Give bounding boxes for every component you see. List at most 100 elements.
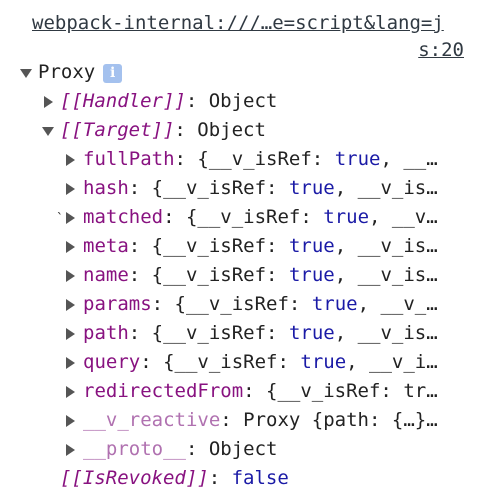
prop-label: params: {__v_isRef: true, __v_…: [83, 290, 438, 319]
revoked-value: false: [231, 467, 289, 489]
source-link[interactable]: webpack-internal:///…e=script&lang=j s:2…: [32, 10, 464, 64]
tree-row-reactive[interactable]: __v_reactive: Proxy {path: {…}…: [0, 406, 479, 435]
collapse-arrow-icon[interactable]: [44, 96, 53, 108]
handler-value: Object: [208, 90, 278, 112]
handler-key: [[Handler]]: [60, 90, 186, 112]
prop-label: name: {__v_isRef: true, __v_is…: [83, 261, 438, 290]
preview-part: true: [288, 235, 335, 257]
info-icon[interactable]: i: [103, 64, 123, 83]
prop-preview: {__v_isRef: true, __v_is…: [152, 235, 438, 257]
prop-label: meta: {__v_isRef: true, __v_is…: [83, 232, 438, 261]
tree-row-prop[interactable]: meta: {__v_isRef: true, __v_is…: [0, 232, 479, 261]
colon-separator: :: [243, 380, 267, 402]
colon-separator: :: [128, 235, 152, 257]
tree-row-prop[interactable]: path: {__v_isRef: true, __v_is…: [0, 319, 479, 348]
collapse-arrow-icon[interactable]: [66, 299, 75, 311]
collapse-arrow-icon[interactable]: [66, 154, 75, 166]
colon-separator: :: [128, 264, 152, 286]
prop-label: hash: {__v_isRef: true, __v_is…: [83, 174, 438, 203]
tree-row-prop[interactable]: hash: {__v_isRef: true, __v_is…: [0, 174, 479, 203]
collapse-arrow-icon[interactable]: [66, 183, 75, 195]
collapse-arrow-icon[interactable]: [66, 386, 75, 398]
colon-separator: :: [185, 90, 209, 112]
prop-preview: {__v_isRef: true, __v_is…: [152, 322, 438, 344]
tree-row-prop[interactable]: params: {__v_isRef: true, __v_…: [0, 290, 479, 319]
tree-row-prop[interactable]: ` matched: {__v_isRef: true, __v…: [0, 203, 479, 232]
collapse-arrow-icon[interactable]: [66, 415, 75, 427]
prop-key: query: [83, 351, 141, 373]
colon-separator: :: [128, 322, 152, 344]
preview-part: , __v_i…: [346, 351, 438, 373]
reactive-key: __v_reactive: [83, 409, 221, 431]
tree-row-revoked: [[IsRevoked]]: false: [0, 464, 479, 493]
tree-row-prop[interactable]: redirectedFrom: {__v_isRef: tr…: [0, 377, 479, 406]
preview-part: , __v_is…: [334, 264, 438, 286]
prop-key: meta: [83, 235, 129, 257]
prop-key: fullPath: [83, 148, 175, 170]
preview-part: true: [288, 322, 335, 344]
colon-separator: :: [151, 293, 175, 315]
preview-part: {__v_isRef:: [151, 322, 289, 344]
tree-row-handler[interactable]: [[Handler]]: Object: [0, 87, 479, 116]
prop-preview: {__v_isRef: true, __v_…: [175, 293, 438, 315]
target-key: [[Target]]: [60, 119, 175, 141]
tree-row-target[interactable]: [[Target]]: Object: [0, 116, 479, 145]
reactive-preview: Proxy {path: {…}…: [243, 409, 438, 431]
collapse-arrow-icon[interactable]: [66, 241, 75, 253]
collapse-arrow-icon[interactable]: [66, 328, 75, 340]
colon-separator: :: [220, 409, 244, 431]
proto-value: Object: [208, 438, 278, 460]
colon-separator: :: [208, 467, 232, 489]
preview-part: true: [300, 351, 347, 373]
revoked-key: [[IsRevoked]]: [60, 467, 209, 489]
tree-row-proto[interactable]: __proto__: Object: [0, 435, 479, 464]
preview-part: {__v_isRef:: [185, 206, 324, 228]
prop-key: name: [83, 264, 129, 286]
preview-part: , __v_is…: [334, 177, 438, 199]
prop-preview: {__v_isRef: true, __v_i…: [163, 351, 438, 373]
prop-label: query: {__v_isRef: true, __v_i…: [83, 348, 438, 377]
preview-part: {__v_isRef:: [197, 148, 335, 170]
colon-separator: :: [163, 206, 186, 228]
prop-label: path: {__v_isRef: true, __v_is…: [83, 319, 438, 348]
tree-row-root[interactable]: Proxy i: [0, 58, 479, 87]
colon-separator: :: [174, 148, 198, 170]
tree-row-prop[interactable]: name: {__v_isRef: true, __v_is…: [0, 261, 479, 290]
tree-row-prop[interactable]: fullPath: {__v_isRef: true, __…: [0, 145, 479, 174]
object-tree: Proxy i [[Handler]]: Object [[Target]]: O…: [0, 58, 479, 493]
prop-preview: {__v_isRef: tr…: [266, 380, 438, 402]
target-properties: fullPath: {__v_isRef: true, __… hash: {__…: [0, 145, 479, 406]
preview-part: , __…: [380, 148, 438, 170]
preview-part: {__v_isRef:: [151, 264, 289, 286]
tree-row-prop[interactable]: query: {__v_isRef: true, __v_i…: [0, 348, 479, 377]
preview-part: true: [288, 264, 335, 286]
preview-part: , __v_is…: [334, 235, 438, 257]
target-value: Object: [197, 119, 266, 141]
expand-arrow-icon[interactable]: [42, 127, 54, 136]
prop-key: hash: [83, 177, 129, 199]
collapse-arrow-icon[interactable]: [66, 270, 75, 282]
preview-part: , __v…: [369, 206, 438, 228]
prop-preview: {__v_isRef: true, __v…: [186, 206, 438, 228]
prop-label: matched: {__v_isRef: true, __v…: [83, 203, 438, 232]
prop-label: redirectedFrom: {__v_isRef: tr…: [83, 377, 438, 406]
preview-part: {__v_isRef:: [163, 351, 301, 373]
prop-key: matched: [83, 206, 164, 228]
preview-part: , __v_…: [357, 293, 438, 315]
proto-key: __proto__: [83, 438, 186, 460]
preview-part: true: [323, 206, 370, 228]
collapse-arrow-icon[interactable]: [66, 357, 75, 369]
preview-part: {__v_isRef:: [151, 177, 289, 199]
preview-part: {__v_isRef:: [174, 293, 312, 315]
root-label: Proxy: [38, 61, 96, 83]
colon-separator: :: [140, 351, 164, 373]
collapse-arrow-icon[interactable]: [66, 212, 75, 224]
prop-preview: {__v_isRef: true, __…: [197, 148, 437, 170]
cursor-mark: `: [56, 212, 64, 227]
expand-arrow-icon[interactable]: [20, 69, 32, 78]
collapse-arrow-icon[interactable]: [66, 444, 75, 456]
preview-part: {__v_isRef:: [151, 235, 289, 257]
preview-part: true: [334, 148, 381, 170]
preview-part: true: [288, 177, 335, 199]
prop-key: path: [83, 322, 129, 344]
